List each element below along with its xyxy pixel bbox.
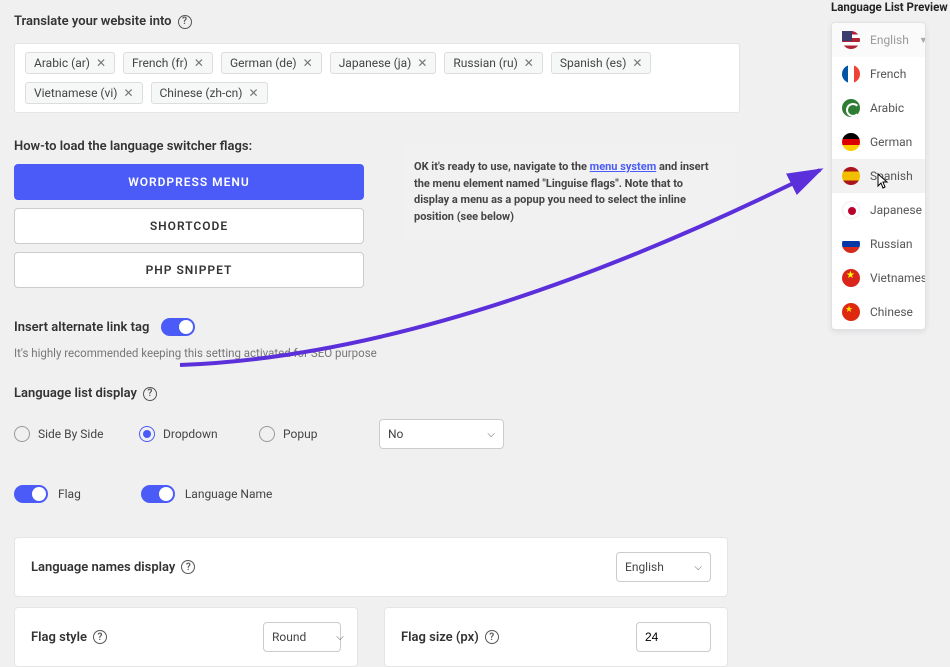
language-chip[interactable]: Russian (ru) ✕ bbox=[444, 52, 542, 74]
radio-dropdown-label: Dropdown bbox=[163, 427, 218, 441]
chevron-down-icon: ⌵ bbox=[336, 632, 344, 643]
close-icon[interactable]: ✕ bbox=[194, 57, 204, 69]
preview-list[interactable]: English ▼ French Arabic German Spanish Japan… bbox=[831, 22, 926, 330]
language-chip[interactable]: Chinese (zh-cn) ✕ bbox=[151, 82, 268, 104]
close-icon[interactable]: ✕ bbox=[417, 57, 427, 69]
chip-label: Vietnamese (vi) bbox=[34, 86, 117, 100]
close-icon[interactable]: ✕ bbox=[96, 57, 106, 69]
flag-style-select[interactable]: Round ⌵ bbox=[263, 622, 341, 652]
preview-item[interactable]: Japanese bbox=[832, 193, 925, 227]
close-icon[interactable]: ✕ bbox=[248, 87, 258, 99]
preview-item-label: German bbox=[870, 135, 912, 149]
chevron-down-icon: ▼ bbox=[919, 35, 926, 46]
flag-icon bbox=[842, 31, 860, 49]
flag-size-card: Flag size (px) ? bbox=[384, 607, 728, 667]
language-chip[interactable]: Vietnamese (vi) ✕ bbox=[25, 82, 143, 104]
preview-item-label: Chinese bbox=[870, 305, 913, 319]
preview-item[interactable]: Vietnamese bbox=[832, 261, 925, 295]
chip-label: French (fr) bbox=[132, 56, 188, 70]
preview-item[interactable]: Spanish bbox=[832, 159, 925, 193]
radio-popup[interactable] bbox=[259, 426, 275, 442]
flag-icon bbox=[842, 303, 860, 321]
language-chip[interactable]: German (de) ✕ bbox=[221, 52, 322, 74]
language-chip[interactable]: French (fr) ✕ bbox=[123, 52, 213, 74]
preview-item[interactable]: Arabic bbox=[832, 91, 925, 125]
language-chip[interactable]: Arabic (ar) ✕ bbox=[25, 52, 115, 74]
names-display-select[interactable]: English ⌵ bbox=[616, 552, 711, 582]
chevron-down-icon: ⌵ bbox=[694, 562, 702, 573]
names-display-label: Language names display bbox=[31, 560, 175, 575]
flag-toggle-label: Flag bbox=[58, 487, 81, 501]
chip-label: Chinese (zh-cn) bbox=[160, 86, 243, 100]
names-display-card: Language names display ? English ⌵ bbox=[14, 537, 728, 597]
flag-icon bbox=[842, 201, 860, 219]
flag-toggle[interactable] bbox=[14, 485, 48, 503]
flag-icon bbox=[842, 269, 860, 287]
chip-label: Japanese (ja) bbox=[339, 56, 412, 70]
translate-label: Translate your website into bbox=[14, 14, 172, 29]
flag-icon bbox=[842, 235, 860, 253]
flag-style-label: Flag style bbox=[31, 630, 87, 645]
flag-icon bbox=[842, 99, 860, 117]
help-icon[interactable]: ? bbox=[485, 630, 499, 644]
language-chip[interactable]: Japanese (ja) ✕ bbox=[330, 52, 437, 74]
flag-style-value: Round bbox=[272, 630, 306, 644]
close-icon[interactable]: ✕ bbox=[123, 87, 133, 99]
lang-name-toggle[interactable] bbox=[141, 485, 175, 503]
chevron-down-icon: ⌵ bbox=[487, 429, 495, 440]
howto-label: How-to load the language switcher flags: bbox=[14, 139, 252, 154]
close-icon[interactable]: ✕ bbox=[632, 57, 642, 69]
radio-popup-label: Popup bbox=[283, 427, 317, 441]
flag-icon bbox=[842, 133, 860, 151]
preview-item-label: Russian bbox=[870, 237, 912, 251]
preview-item[interactable]: French bbox=[832, 57, 925, 91]
preview-item[interactable]: Chinese bbox=[832, 295, 925, 329]
preview-item-label: Arabic bbox=[870, 101, 904, 115]
flag-style-card: Flag style ? Round ⌵ bbox=[14, 607, 358, 667]
preview-item-label: Japanese bbox=[870, 203, 922, 217]
names-display-value: English bbox=[625, 560, 664, 574]
language-chips[interactable]: Arabic (ar)✕French (fr)✕German (de)✕Japa… bbox=[14, 43, 740, 113]
info-box: OK it's ready to use, navigate to the me… bbox=[404, 145, 729, 239]
wordpress-menu-button[interactable]: WORDPRESS MENU bbox=[14, 164, 364, 200]
flag-icon bbox=[842, 65, 860, 83]
help-icon[interactable]: ? bbox=[143, 387, 157, 401]
help-icon[interactable]: ? bbox=[181, 560, 195, 574]
shortcode-button[interactable]: SHORTCODE bbox=[14, 208, 364, 244]
close-icon[interactable]: ✕ bbox=[303, 57, 313, 69]
display-select-value: No bbox=[388, 427, 403, 441]
preview-header-label: English bbox=[870, 33, 909, 47]
chip-label: Arabic (ar) bbox=[34, 56, 90, 70]
language-chip[interactable]: Spanish (es) ✕ bbox=[551, 52, 652, 74]
preview-header[interactable]: English ▼ bbox=[832, 23, 925, 57]
preview-item-label: Spanish bbox=[870, 169, 913, 183]
preview-item-label: French bbox=[870, 67, 906, 81]
info-prefix: OK it's ready to use, navigate to the bbox=[414, 160, 590, 173]
preview-item[interactable]: Russian bbox=[832, 227, 925, 261]
alt-tag-toggle[interactable] bbox=[161, 318, 195, 336]
help-icon[interactable]: ? bbox=[93, 630, 107, 644]
preview-item[interactable]: German bbox=[832, 125, 925, 159]
lang-name-toggle-label: Language Name bbox=[185, 487, 273, 501]
chip-label: German (de) bbox=[230, 56, 297, 70]
radio-side-label: Side By Side bbox=[38, 427, 103, 441]
alt-tag-label: Insert alternate link tag bbox=[14, 320, 149, 335]
list-display-label: Language list display bbox=[14, 386, 137, 401]
close-icon[interactable]: ✕ bbox=[524, 57, 534, 69]
radio-dropdown[interactable] bbox=[139, 426, 155, 442]
flag-size-input[interactable] bbox=[636, 622, 711, 652]
display-select[interactable]: No ⌵ bbox=[379, 419, 504, 449]
php-snippet-button[interactable]: PHP SNIPPET bbox=[14, 252, 364, 288]
flag-size-label: Flag size (px) bbox=[401, 630, 479, 645]
alt-tag-hint: It's highly recommended keeping this set… bbox=[14, 346, 740, 360]
menu-system-link[interactable]: menu system bbox=[590, 160, 657, 173]
preview-title: Language List Preview bbox=[831, 0, 936, 14]
preview-item-label: Vietnamese bbox=[870, 271, 926, 285]
chip-label: Russian (ru) bbox=[453, 56, 517, 70]
chip-label: Spanish (es) bbox=[560, 56, 627, 70]
help-icon[interactable]: ? bbox=[178, 15, 192, 29]
flag-icon bbox=[842, 167, 860, 185]
radio-side-by-side[interactable] bbox=[14, 426, 30, 442]
